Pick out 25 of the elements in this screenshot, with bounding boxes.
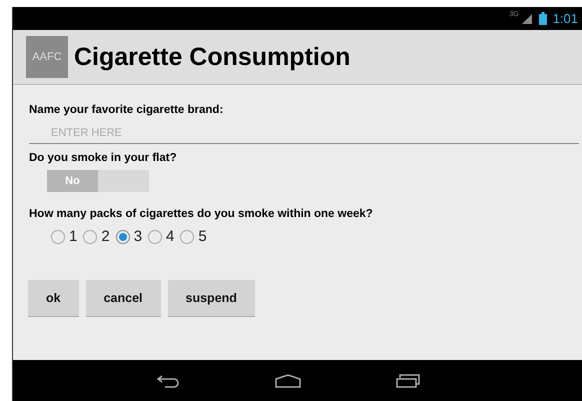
question-label: Do you smoke in your flat? bbox=[29, 152, 177, 164]
radio-label[interactable]: 1 bbox=[69, 228, 78, 245]
radio-button[interactable] bbox=[51, 230, 65, 244]
radio-label[interactable]: 3 bbox=[134, 228, 142, 245]
back-icon[interactable] bbox=[156, 374, 180, 388]
radio-button[interactable] bbox=[148, 230, 162, 244]
home-icon[interactable] bbox=[274, 374, 300, 388]
recent-apps-icon[interactable] bbox=[396, 374, 420, 388]
action-button[interactable]: cancel bbox=[86, 280, 161, 317]
app-logo: AAFC bbox=[26, 36, 68, 78]
question-label: Name your favorite cigarette brand: bbox=[29, 104, 224, 116]
battery-icon bbox=[538, 12, 547, 25]
radio-button[interactable] bbox=[83, 230, 98, 244]
question-label: How many packs of cigarettes do you smoke within one week? bbox=[29, 208, 373, 220]
radio-label[interactable]: 5 bbox=[198, 228, 207, 245]
clock: 1:01 bbox=[552, 11, 578, 26]
radio-button[interactable] bbox=[116, 230, 130, 244]
input-field[interactable]: ENTER HERE bbox=[29, 122, 579, 144]
radio-button[interactable] bbox=[180, 230, 194, 244]
radio-label[interactable]: 2 bbox=[101, 228, 110, 245]
action-button[interactable]: suspend bbox=[168, 280, 255, 317]
signal-icon bbox=[522, 14, 532, 24]
radio-label[interactable]: 4 bbox=[166, 228, 174, 245]
app-title: Cigarette Consumption bbox=[74, 42, 350, 72]
action-button[interactable]: ok bbox=[28, 280, 79, 317]
